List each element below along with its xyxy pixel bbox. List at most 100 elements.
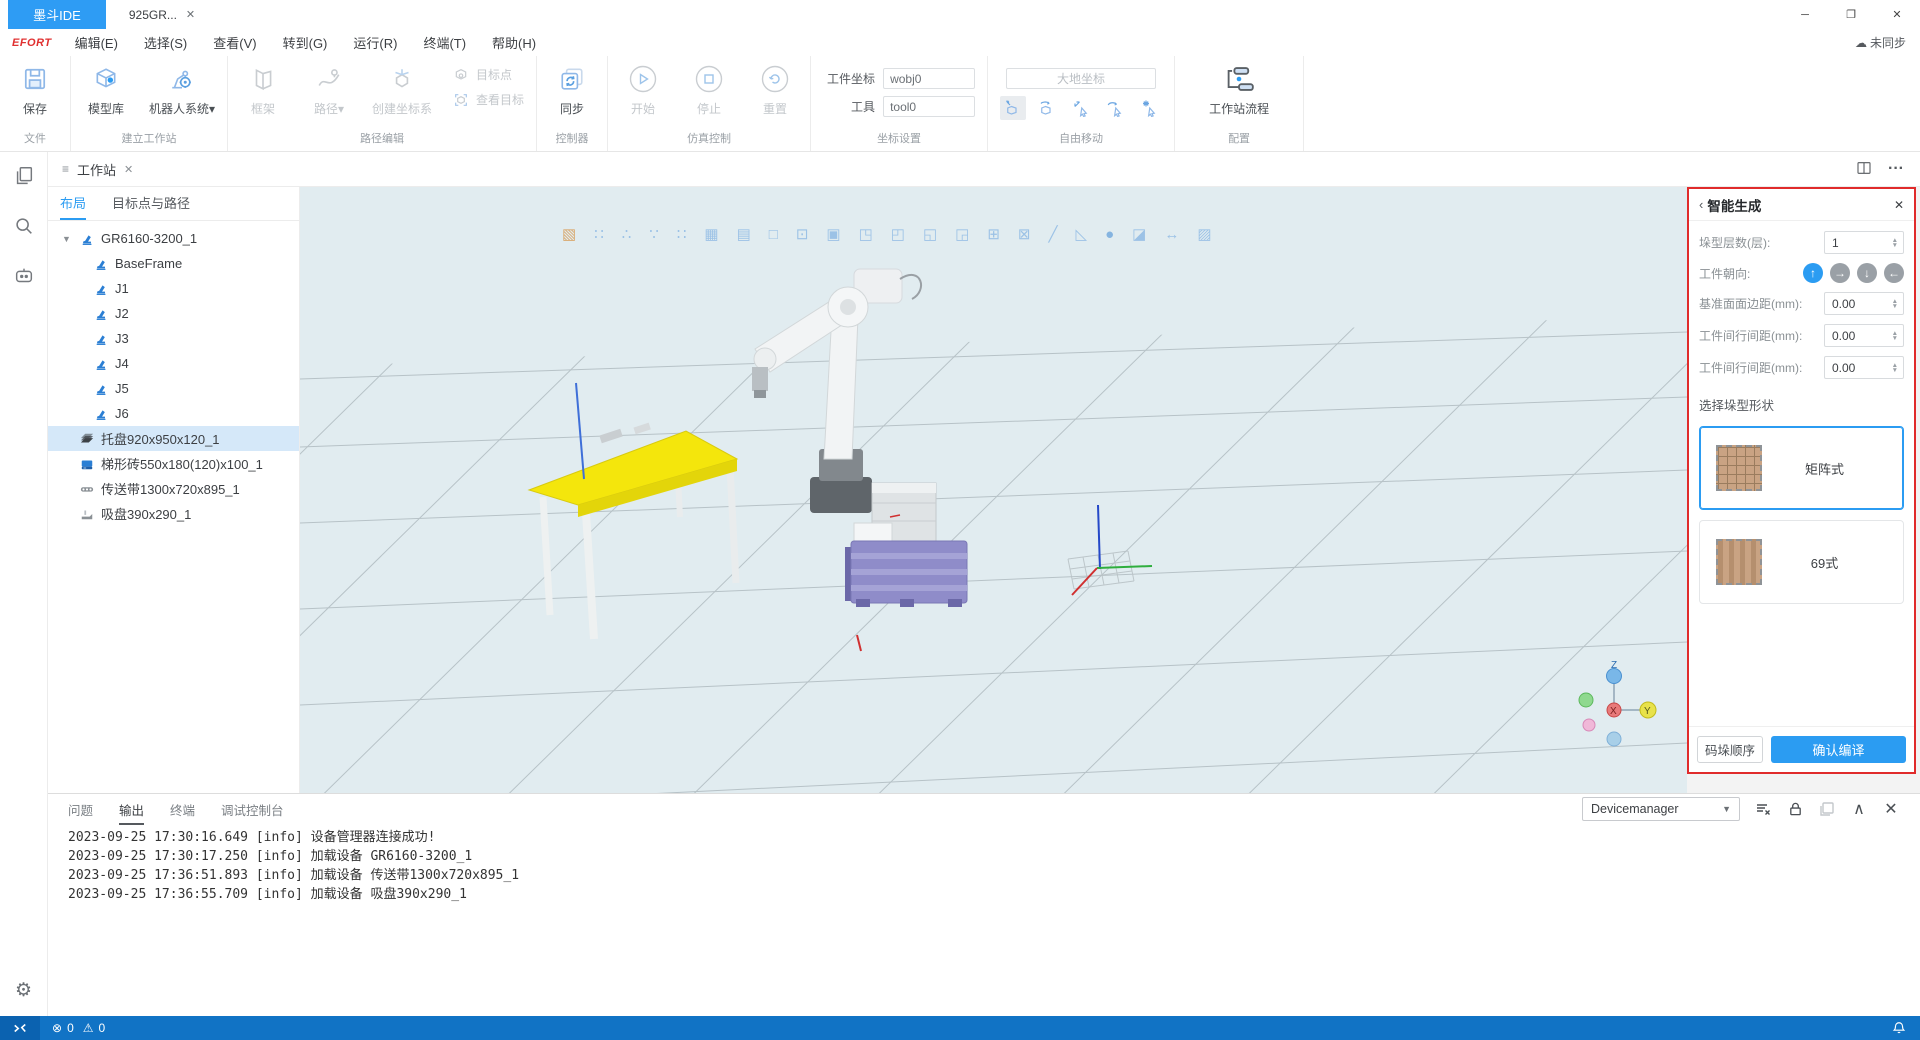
tab-debug-console[interactable]: 调试控制台 xyxy=(221,794,284,825)
app-tab[interactable]: 墨斗IDE xyxy=(8,0,106,29)
tree-row-j6[interactable]: J6 xyxy=(48,401,299,426)
orient-up-button[interactable]: ↑ xyxy=(1803,263,1823,283)
add-model-icon[interactable]: ▧ xyxy=(562,227,576,243)
target-point-button[interactable]: 目标点 xyxy=(452,66,524,83)
caret-down-icon[interactable]: ▼ xyxy=(62,234,78,244)
add-frame-icon[interactable]: ⊞ xyxy=(987,227,1000,243)
remote-indicator[interactable] xyxy=(0,1016,40,1040)
free-drag-icon[interactable] xyxy=(1136,96,1162,120)
delete-frame-icon[interactable]: ⊠ xyxy=(1018,227,1031,243)
box-corner-icon[interactable]: ◰ xyxy=(891,227,905,243)
menu-select[interactable]: 选择(S) xyxy=(131,33,200,52)
world-coord-select[interactable]: 大地坐标 xyxy=(1006,68,1156,89)
create-frame-button[interactable]: 创建坐标系 xyxy=(372,63,432,117)
tree-row-baseframe[interactable]: BaseFrame xyxy=(48,251,299,276)
output-channel-select[interactable]: Devicemanager ▼ xyxy=(1582,797,1740,821)
frame-button[interactable]: 框架 xyxy=(240,63,286,117)
point-array-2-icon[interactable]: ∴ xyxy=(622,227,632,243)
point-array-4-icon[interactable]: ∷ xyxy=(677,227,687,243)
document-tab[interactable]: 925GR... ✕ xyxy=(106,0,218,29)
wobj-input[interactable] xyxy=(883,68,975,89)
workstation-flow-button[interactable]: 工作站流程 xyxy=(1209,63,1269,117)
robot-system-button[interactable]: 机器人系统▾ xyxy=(149,63,215,117)
document-tab-close-icon[interactable]: ✕ xyxy=(186,8,195,21)
split-editor-icon[interactable] xyxy=(1856,160,1872,178)
shape-option-matrix[interactable]: 矩阵式 xyxy=(1699,426,1904,510)
menu-goto[interactable]: 转到(G) xyxy=(270,33,341,52)
viewport-3d[interactable]: Z Y X ▧∷∴∵∷▦▤□⊡▣◳◰◱◲⊞⊠╱◺●◪↔▨ xyxy=(300,187,1687,793)
drag-rotate-icon[interactable] xyxy=(1102,96,1128,120)
sync-button[interactable]: 同步 xyxy=(549,63,595,117)
stepper-chevrons-icon[interactable]: ▲▼ xyxy=(1892,299,1898,309)
base-margin-stepper[interactable]: ▲▼ xyxy=(1824,292,1904,315)
model-library-button[interactable]: 模型库 xyxy=(83,63,129,117)
sphere-tool-icon[interactable]: ⊡ xyxy=(796,227,809,243)
base-margin-input[interactable] xyxy=(1825,297,1892,311)
stepper-chevrons-icon[interactable]: ▲▼ xyxy=(1892,238,1898,248)
row-gap-input[interactable] xyxy=(1825,329,1892,343)
maximize-panel-icon[interactable]: ∧ xyxy=(1850,800,1868,818)
back-chevron-icon[interactable]: ‹ xyxy=(1699,197,1703,212)
tab-terminal[interactable]: 终端 xyxy=(170,794,195,825)
eraser-tool-icon[interactable]: ▨ xyxy=(1197,227,1211,243)
point-array-3-icon[interactable]: ∵ xyxy=(649,227,659,243)
box-corner-3-icon[interactable]: ◲ xyxy=(955,227,969,243)
orient-down-button[interactable]: ↓ xyxy=(1857,263,1877,283)
menu-help[interactable]: 帮助(H) xyxy=(479,33,549,52)
start-button[interactable]: 开始 xyxy=(620,63,666,117)
tree-row-pallet[interactable]: 托盘920x950x120_1 xyxy=(48,426,299,451)
measure-tool-icon[interactable]: ↔ xyxy=(1164,227,1179,243)
tree-row-j3[interactable]: J3 xyxy=(48,326,299,351)
robot-panel-icon[interactable] xyxy=(12,264,36,288)
tab-layout[interactable]: 布局 xyxy=(60,187,86,220)
move-part-icon[interactable] xyxy=(1000,96,1026,120)
search-icon[interactable] xyxy=(12,214,36,238)
lock-icon[interactable] xyxy=(1786,800,1804,818)
box-corner-2-icon[interactable]: ◱ xyxy=(923,227,937,243)
row-gap2-input[interactable] xyxy=(1825,361,1892,375)
tab-problems[interactable]: 问题 xyxy=(68,794,93,825)
tree-row-j4[interactable]: J4 xyxy=(48,351,299,376)
rect-frame-icon[interactable]: □ xyxy=(769,227,778,243)
output-log[interactable]: 2023-09-25 17:30:16.649 [info] 设备管理器连接成功… xyxy=(48,824,1920,908)
tree-row-suction[interactable]: 吸盘390x290_1 xyxy=(48,501,299,526)
line-tool-icon[interactable]: ╱ xyxy=(1048,227,1057,243)
tree-row-j1[interactable]: J1 xyxy=(48,276,299,301)
mirror-tool-icon[interactable]: ◪ xyxy=(1132,227,1146,243)
close-panel-icon[interactable]: ✕ xyxy=(1882,800,1900,818)
confirm-compile-button[interactable]: 确认编译 xyxy=(1771,736,1906,763)
sync-status[interactable]: ☁ 未同步 xyxy=(1855,34,1906,51)
view-target-button[interactable]: 查看目标 xyxy=(452,91,524,108)
settings-gear-icon[interactable]: ⚙ xyxy=(15,979,32,1002)
rotate-part-icon[interactable] xyxy=(1034,96,1060,120)
problems-summary[interactable]: ⊗ 0 ⚠ 0 xyxy=(52,1021,105,1035)
more-actions-icon[interactable]: ··· xyxy=(1888,160,1904,178)
tree-row-j2[interactable]: J2 xyxy=(48,301,299,326)
menu-edit[interactable]: 编辑(E) xyxy=(62,33,131,52)
copy-box-icon[interactable]: ◳ xyxy=(859,227,873,243)
reset-button[interactable]: 重置 xyxy=(752,63,798,117)
shape-option-69[interactable]: 69式 xyxy=(1699,520,1904,604)
box-tool-icon[interactable]: ▣ xyxy=(826,227,840,243)
sphere-icon[interactable]: ● xyxy=(1105,227,1114,243)
clear-output-icon[interactable] xyxy=(1754,800,1772,818)
restore-button[interactable]: ❐ xyxy=(1828,0,1874,29)
tab-targets-paths[interactable]: 目标点与路径 xyxy=(112,187,190,220)
workstation-tab-close-icon[interactable]: ✕ xyxy=(124,163,133,176)
tree-row-robot[interactable]: ▼ GR6160-3200_1 xyxy=(48,226,299,251)
menu-run[interactable]: 运行(R) xyxy=(340,33,410,52)
explorer-icon[interactable] xyxy=(12,164,36,188)
tree-row-conveyor[interactable]: 传送带1300x720x895_1 xyxy=(48,476,299,501)
split-panel-icon[interactable] xyxy=(1818,800,1836,818)
close-button[interactable]: ✕ xyxy=(1874,0,1920,29)
grid-array-icon[interactable]: ▤ xyxy=(737,227,751,243)
point-array-icon[interactable]: ∷ xyxy=(594,227,604,243)
orient-left-button[interactable]: ← xyxy=(1884,263,1904,283)
drag-move-icon[interactable] xyxy=(1068,96,1094,120)
tool-input[interactable] xyxy=(883,96,975,117)
layers-input[interactable] xyxy=(1825,236,1892,250)
workstation-tab[interactable]: ≡ 工作站 ✕ xyxy=(48,152,147,186)
row-gap-stepper[interactable]: ▲▼ xyxy=(1824,324,1904,347)
cone-tool-icon[interactable]: ◺ xyxy=(1076,227,1088,243)
stepper-chevrons-icon[interactable]: ▲▼ xyxy=(1892,331,1898,341)
